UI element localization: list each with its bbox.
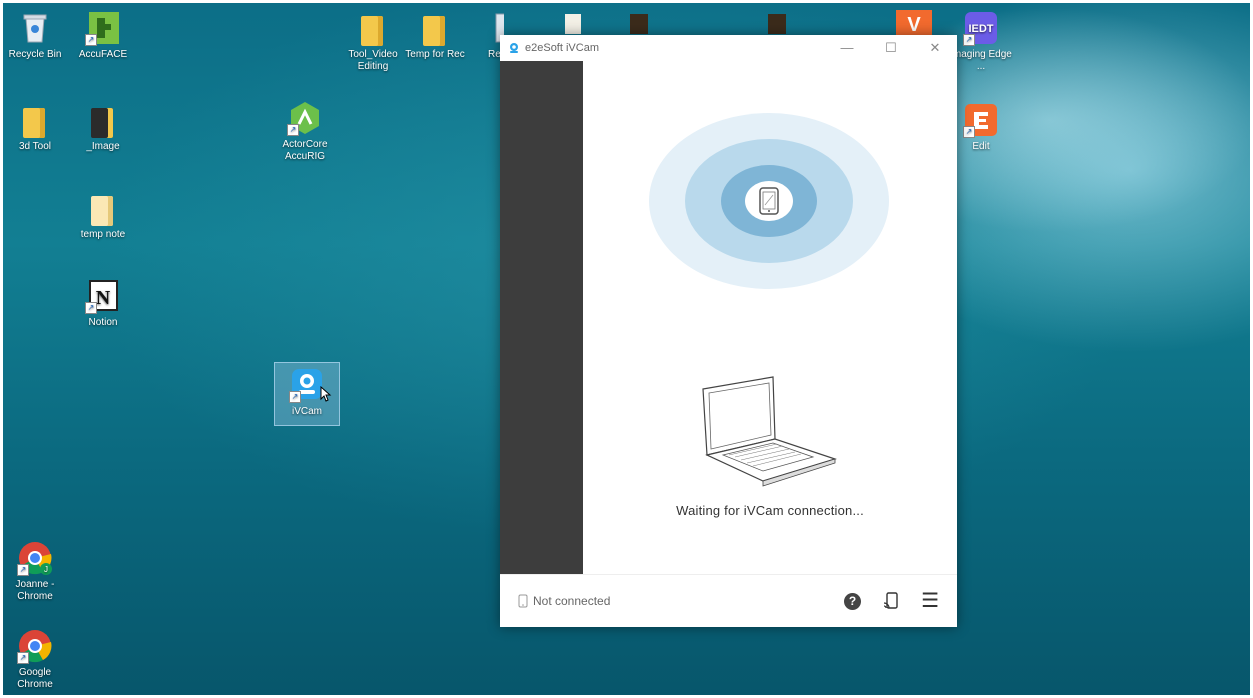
shortcut-arrow-icon: ↗ xyxy=(85,34,97,46)
desktop-icon-label: 3d Tool xyxy=(18,141,52,152)
connection-status-label: Not connected xyxy=(533,594,611,608)
desktop-icon-label: Edit xyxy=(972,141,990,152)
desktop-icon-label: AccuFACE xyxy=(78,49,128,60)
imaging-edge-desktop-icon[interactable]: IEDT ↗ Imaging Edge ... xyxy=(950,10,1012,73)
image-folder-desktop-icon[interactable]: _Image xyxy=(72,102,134,153)
minimize-button[interactable]: — xyxy=(825,40,869,56)
joanne-chrome-desktop-icon[interactable]: J ↗ Joanne - Chrome xyxy=(4,540,66,603)
preview-sidebar xyxy=(500,61,583,575)
ivcam-title-icon xyxy=(510,43,518,53)
status-bar: Not connected ? ☰ xyxy=(500,574,957,627)
phone-status-icon xyxy=(518,594,528,608)
3d-tool-desktop-icon[interactable]: 3d Tool xyxy=(4,102,66,153)
mouse-cursor-icon xyxy=(320,386,332,402)
temp-note-desktop-icon[interactable]: temp note xyxy=(72,190,134,241)
desktop-icon-label: Tool_Video Editing xyxy=(348,49,398,72)
desktop-icon-label: Joanne - Chrome xyxy=(15,579,55,602)
shortcut-arrow-icon: ↗ xyxy=(287,124,299,136)
folder-icon xyxy=(17,102,53,138)
google-chrome-desktop-icon[interactable]: ↗ Google Chrome xyxy=(4,628,66,691)
desktop-icon-label: Re xyxy=(488,49,501,60)
desktop-icon-label: Recycle Bin xyxy=(8,49,62,60)
folder-icon xyxy=(355,10,391,46)
hidden-folder-icon xyxy=(768,14,786,34)
tool-video-editing-desktop-icon[interactable]: Tool_Video Editing xyxy=(342,10,404,73)
hidden-folder-icon xyxy=(630,14,648,34)
laptop-icon xyxy=(702,376,837,487)
folder-icon xyxy=(85,102,121,138)
menu-button[interactable]: ☰ xyxy=(921,591,939,611)
accurig-app-icon: ↗ xyxy=(287,100,323,136)
desktop-icon-label: Imaging Edge ... xyxy=(950,49,1012,72)
waiting-status-text: Waiting for iVCam connection... xyxy=(676,503,864,518)
cast-icon[interactable] xyxy=(883,592,899,610)
window-titlebar[interactable]: e2eSoft iVCam — ☐ ✕ xyxy=(500,35,957,61)
window-title: e2eSoft iVCam xyxy=(525,42,599,54)
chrome-icon: ↗ xyxy=(17,628,53,664)
desktop-icon-label: Temp for Rec xyxy=(405,49,465,60)
shortcut-arrow-icon: ↗ xyxy=(289,391,301,403)
chrome-icon: J ↗ xyxy=(17,540,53,576)
phone-icon xyxy=(759,187,779,215)
shortcut-arrow-icon: ↗ xyxy=(17,564,29,576)
svg-text:N: N xyxy=(96,287,111,309)
ivcam-window[interactable]: e2eSoft iVCam — ☐ ✕ Waiting for iVCam co… xyxy=(500,35,957,627)
partially-hidden-desktop-icon[interactable]: Re xyxy=(468,10,504,61)
shortcut-arrow-icon: ↗ xyxy=(85,302,97,314)
accuface-desktop-icon[interactable]: ↗ AccuFACE xyxy=(72,10,134,61)
desktop-icon-label: _Image xyxy=(86,141,120,152)
imaging-edge-app-icon: IEDT ↗ xyxy=(963,10,999,46)
actorcore-accurig-desktop-icon[interactable]: ↗ ActorCore AccuRIG xyxy=(274,100,336,163)
edit-app-icon: ↗ xyxy=(963,102,999,138)
notion-desktop-icon[interactable]: N ↗ Notion xyxy=(72,278,134,329)
desktop-icon-label: Notion xyxy=(88,317,118,328)
desktop-icon-label: Google Chrome xyxy=(17,667,53,690)
accuface-app-icon: ↗ xyxy=(85,10,121,46)
folder-icon xyxy=(85,190,121,226)
folder-icon xyxy=(417,10,453,46)
desktop-icon-label: temp note xyxy=(80,229,126,240)
desktop-icon-label: ActorCore AccuRIG xyxy=(282,139,328,162)
close-button[interactable]: ✕ xyxy=(913,40,957,56)
recycle-bin-icon xyxy=(17,10,53,46)
temp-for-rec-desktop-icon[interactable]: Temp for Rec xyxy=(404,10,466,61)
help-button[interactable]: ? xyxy=(844,592,862,610)
shortcut-arrow-icon: ↗ xyxy=(963,126,975,138)
maximize-button[interactable]: ☐ xyxy=(869,40,913,56)
edit-desktop-icon[interactable]: ↗ Edit xyxy=(950,102,1012,153)
connection-panel: Waiting for iVCam connection... xyxy=(583,61,957,575)
hidden-app-icon: V xyxy=(896,10,932,35)
file-icon xyxy=(468,10,504,46)
hidden-folder-icon xyxy=(565,14,581,34)
desktop-icon-label: iVCam xyxy=(291,406,322,417)
shortcut-arrow-icon: ↗ xyxy=(17,652,29,664)
recycle-bin-desktop-icon[interactable]: Recycle Bin xyxy=(4,10,66,61)
svg-text:J: J xyxy=(44,565,48,574)
connection-ripple-graphic xyxy=(649,113,889,289)
shortcut-arrow-icon: ↗ xyxy=(963,34,975,46)
notion-app-icon: N ↗ xyxy=(85,278,121,314)
